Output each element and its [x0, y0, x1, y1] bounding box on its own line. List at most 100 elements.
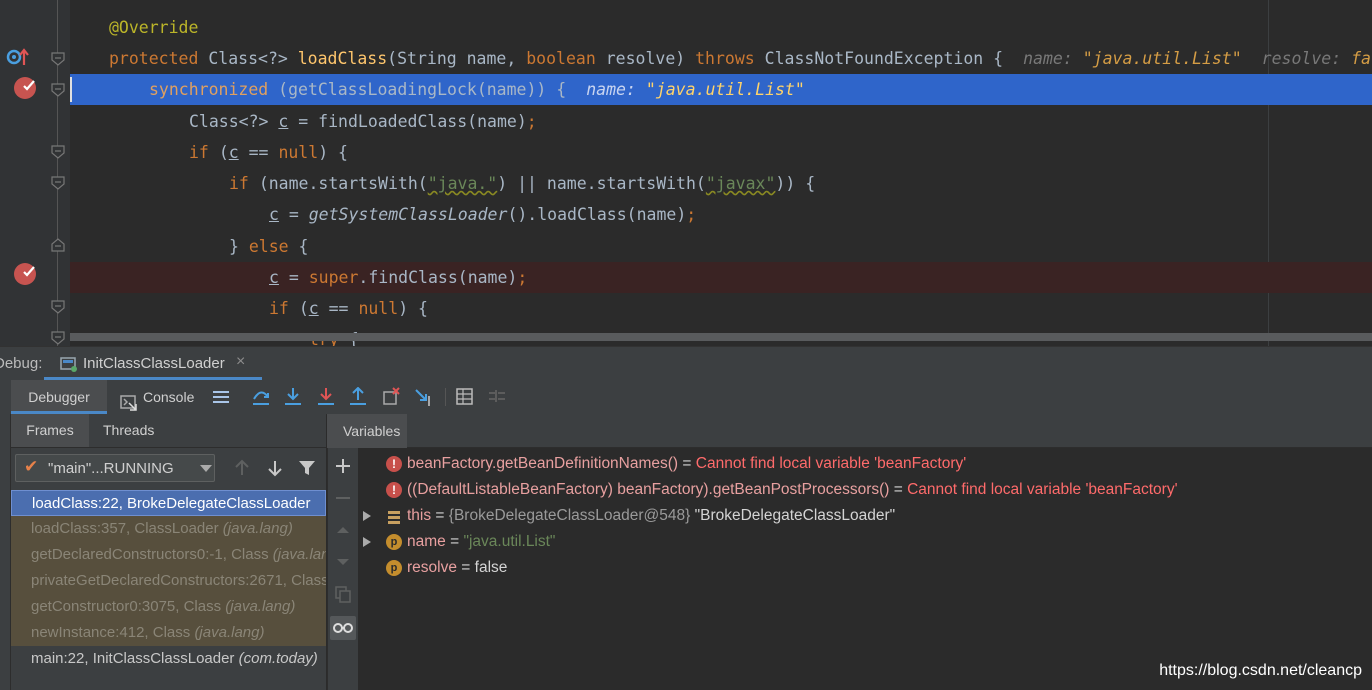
watches-glasses-icon[interactable]: [330, 616, 356, 640]
move-up-icon[interactable]: [333, 520, 353, 540]
stack-frame[interactable]: privateGetDeclaredConstructors:2671, Cla…: [11, 568, 326, 594]
debug-tool-window-header: Debug: InitClassClassLoader ×: [0, 346, 1372, 381]
variable-value: false: [474, 559, 508, 576]
fold-marker-icon[interactable]: [51, 145, 65, 159]
code-token: ;: [686, 205, 697, 224]
frame-package: (java.lang): [225, 598, 296, 615]
filter-icon[interactable]: [297, 458, 317, 478]
error-icon: !: [386, 482, 402, 498]
expand-arrow-icon[interactable]: [363, 537, 371, 547]
variables-tree[interactable]: ! beanFactory.getBeanDefinitionNames() =…: [358, 448, 1372, 690]
step-into-icon[interactable]: [283, 387, 303, 407]
code-token: if: [229, 174, 259, 193]
frame-list[interactable]: loadClass:22, BrokeDelegateClassLoader lo…: [11, 490, 326, 690]
trace-stream-icon[interactable]: [487, 387, 507, 407]
evaluate-expression-icon[interactable]: [455, 387, 475, 407]
code-line[interactable]: c = getSystemClassLoader().loadClass(nam…: [70, 199, 1372, 230]
code-token: "java.": [427, 174, 498, 193]
editor-horizontal-scrollbar[interactable]: [70, 333, 1372, 341]
code-token: Class<?>: [189, 112, 279, 131]
code-token: ==: [318, 299, 359, 318]
fold-marker-icon[interactable]: [51, 83, 65, 97]
code-line[interactable]: } else {: [70, 231, 1372, 262]
code-line[interactable]: Class<?> c = findLoadedClass(name);: [70, 106, 1372, 137]
code-token: ) || name.startsWith(: [497, 174, 706, 193]
code-token: throws: [695, 49, 765, 68]
code-line[interactable]: synchronized (getClassLoadingLock(name))…: [70, 74, 1372, 105]
chevron-down-icon: [200, 465, 212, 472]
fold-marker-icon[interactable]: [51, 331, 65, 345]
code-line[interactable]: if (c == null) {: [70, 137, 1372, 168]
stack-frame[interactable]: main:22, InitClassClassLoader (com.today…: [11, 646, 326, 672]
code-token: = findLoadedClass(name): [288, 112, 527, 131]
override-method-icon[interactable]: [6, 46, 32, 68]
thread-dropdown[interactable]: ✔ "main"...RUNNING: [15, 454, 215, 482]
variable-row-name[interactable]: p name = "java.util.List": [358, 529, 1372, 555]
stack-frame[interactable]: newInstance:412, Class (java.lang): [11, 620, 326, 646]
variable-type: {BrokeDelegateClassLoader@548}: [448, 507, 691, 524]
code-line[interactable]: protected Class<?> loadClass(String name…: [70, 43, 1372, 74]
code-token: c: [228, 143, 239, 162]
code-line[interactable]: c = super.findClass(name);: [70, 262, 1372, 293]
thread-dropdown-value: "main"...RUNNING: [48, 460, 174, 477]
hint-name: name:: [586, 80, 646, 99]
stack-frame[interactable]: getDeclaredConstructors0:-1, Class (java…: [11, 542, 326, 568]
fold-marker-icon[interactable]: [51, 176, 65, 190]
step-over-icon[interactable]: [251, 387, 271, 407]
code-token: Class<?>: [208, 49, 298, 68]
move-down-icon[interactable]: [333, 552, 353, 572]
frame-method: loadClass:357, ClassLoader: [31, 520, 223, 537]
close-icon[interactable]: ×: [236, 353, 245, 371]
watch-error-row[interactable]: ! beanFactory.getBeanDefinitionNames() =…: [358, 451, 1372, 477]
variable-row-this[interactable]: this = {BrokeDelegateClassLoader@548} "B…: [358, 503, 1372, 529]
hint-value: false: [1351, 49, 1372, 68]
fold-marker-icon[interactable]: [51, 52, 65, 66]
code-editor[interactable]: @Override protected Class<?> loadClass(St…: [0, 0, 1372, 346]
show-execution-point-icon[interactable]: [211, 387, 231, 407]
variables-side-toolbar: [327, 448, 359, 690]
code-token: .findClass(name): [358, 268, 518, 287]
run-config-tab[interactable]: InitClassClassLoader ×: [44, 347, 262, 381]
frames-subtabs: Frames Threads: [11, 414, 326, 448]
breakpoint-icon[interactable]: [14, 263, 36, 285]
step-out-icon[interactable]: [348, 386, 368, 407]
stack-frame[interactable]: loadClass:357, ClassLoader (java.lang): [11, 516, 326, 542]
code-token: (: [218, 143, 229, 162]
breakpoint-icon[interactable]: [14, 77, 36, 99]
frames-pane: Frames Threads ✔ "main"...RUNNING loadCl…: [11, 414, 326, 690]
code-token: @Override: [109, 18, 199, 37]
drop-frame-icon[interactable]: [381, 387, 401, 407]
code-token: c: [269, 205, 279, 224]
code-token: resolve): [605, 49, 696, 68]
tab-variables[interactable]: Variables: [327, 414, 407, 448]
inline-value-hint: name: "java.util.List": [1023, 49, 1242, 68]
code-line[interactable]: if (c == null) {: [70, 293, 1372, 324]
variable-row-resolve[interactable]: p resolve = false: [358, 555, 1372, 581]
arrow-up-icon[interactable]: [232, 458, 252, 478]
tab-frames[interactable]: Frames: [11, 414, 89, 447]
tab-debugger[interactable]: Debugger: [11, 380, 107, 414]
run-to-cursor-icon[interactable]: [414, 387, 434, 407]
copy-icon[interactable]: [333, 584, 353, 604]
stack-frame[interactable]: loadClass:22, BrokeDelegateClassLoader: [11, 490, 326, 516]
code-line[interactable]: if (name.startsWith("java.") || name.sta…: [70, 168, 1372, 199]
scrollbar-thumb[interactable]: [70, 333, 1372, 341]
tab-console[interactable]: Console: [118, 380, 202, 414]
watch-error-row[interactable]: ! ((DefaultListableBeanFactory) beanFact…: [358, 477, 1372, 503]
stack-frame[interactable]: getConstructor0:3075, Class (java.lang): [11, 594, 326, 620]
remove-watch-icon[interactable]: [333, 488, 353, 508]
add-watch-icon[interactable]: [333, 456, 353, 476]
code-line[interactable]: @Override: [70, 12, 1372, 43]
check-icon: ✔: [24, 457, 39, 476]
expand-arrow-icon[interactable]: [363, 511, 371, 521]
fold-marker-icon[interactable]: [51, 238, 65, 252]
tab-debugger-label: Debugger: [28, 389, 90, 405]
force-step-into-icon[interactable]: [316, 387, 336, 407]
tab-threads[interactable]: Threads: [103, 414, 173, 447]
fold-marker-icon[interactable]: [51, 300, 65, 314]
watch-expression: ((DefaultListableBeanFactory) beanFactor…: [407, 481, 890, 498]
frame-package: (java.lang): [272, 546, 326, 563]
tab-console-label: Console: [143, 389, 195, 405]
code-token: ==: [238, 143, 279, 162]
arrow-down-icon[interactable]: [265, 458, 285, 478]
